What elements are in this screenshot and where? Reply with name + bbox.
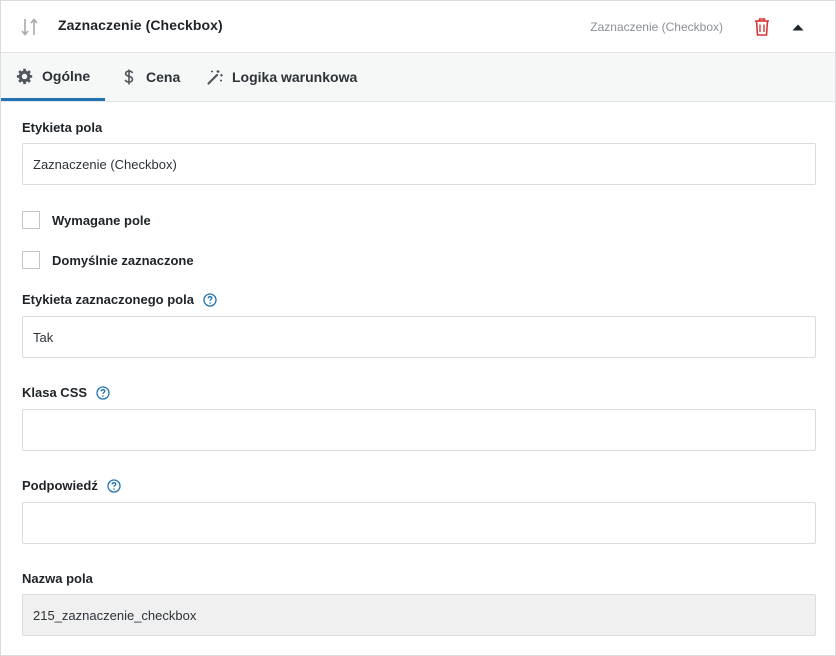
css-class-input[interactable] bbox=[22, 409, 816, 451]
dollar-icon bbox=[120, 68, 138, 86]
default-checked-row[interactable]: Domyślnie zaznaczone bbox=[22, 251, 194, 269]
tab-price-label: Cena bbox=[146, 69, 181, 85]
field-label-input[interactable] bbox=[22, 143, 816, 185]
default-checked-checkbox[interactable] bbox=[22, 251, 40, 269]
tab-general[interactable]: Ogólne bbox=[1, 53, 105, 101]
checked-label-text: Etykieta zaznaczonego pola bbox=[22, 292, 194, 307]
tab-price[interactable]: Cena bbox=[120, 53, 180, 101]
checked-label-input[interactable] bbox=[22, 316, 816, 358]
tooltip-text: Podpowiedź bbox=[22, 478, 98, 493]
css-class-text: Klasa CSS bbox=[22, 385, 88, 400]
checked-label-label: Etykieta zaznaczonego pola bbox=[22, 292, 217, 307]
field-label-text: Etykieta pola bbox=[22, 120, 103, 135]
help-circle-icon[interactable] bbox=[107, 478, 121, 493]
caret-up-icon[interactable] bbox=[789, 18, 807, 36]
required-checkbox-label: Wymagane pole bbox=[52, 212, 151, 228]
tooltip-input[interactable] bbox=[22, 502, 816, 544]
help-circle-icon[interactable] bbox=[203, 292, 217, 307]
required-checkbox-row[interactable]: Wymagane pole bbox=[22, 211, 151, 229]
field-name-label: Nazwa pola bbox=[22, 571, 93, 586]
field-name-text: Nazwa pola bbox=[22, 571, 93, 586]
field-type-label: Zaznaczenie (Checkbox) bbox=[590, 20, 723, 34]
required-checkbox[interactable] bbox=[22, 211, 40, 229]
field-header[interactable]: Zaznaczenie (Checkbox) Zaznaczenie (Chec… bbox=[1, 1, 835, 53]
css-class-label: Klasa CSS bbox=[22, 385, 110, 400]
field-panel: Zaznaczenie (Checkbox) Zaznaczenie (Chec… bbox=[0, 0, 836, 656]
gear-icon bbox=[16, 67, 34, 85]
sort-arrows-icon[interactable] bbox=[20, 16, 40, 38]
tab-conditional-logic[interactable]: Logika warunkowa bbox=[206, 53, 357, 101]
tab-general-label: Ogólne bbox=[42, 67, 91, 84]
tab-conditional-logic-label: Logika warunkowa bbox=[232, 69, 358, 85]
trash-icon[interactable] bbox=[753, 17, 771, 37]
tooltip-label: Podpowiedź bbox=[22, 478, 121, 493]
magic-wand-icon bbox=[206, 68, 224, 86]
field-name-input[interactable] bbox=[22, 594, 816, 636]
default-checked-label: Domyślnie zaznaczone bbox=[52, 252, 194, 268]
field-title: Zaznaczenie (Checkbox) bbox=[58, 17, 223, 33]
tab-bar: Ogólne Cena Logika warunkowa bbox=[1, 53, 835, 102]
help-circle-icon[interactable] bbox=[96, 385, 110, 400]
field-label-label: Etykieta pola bbox=[22, 120, 102, 135]
